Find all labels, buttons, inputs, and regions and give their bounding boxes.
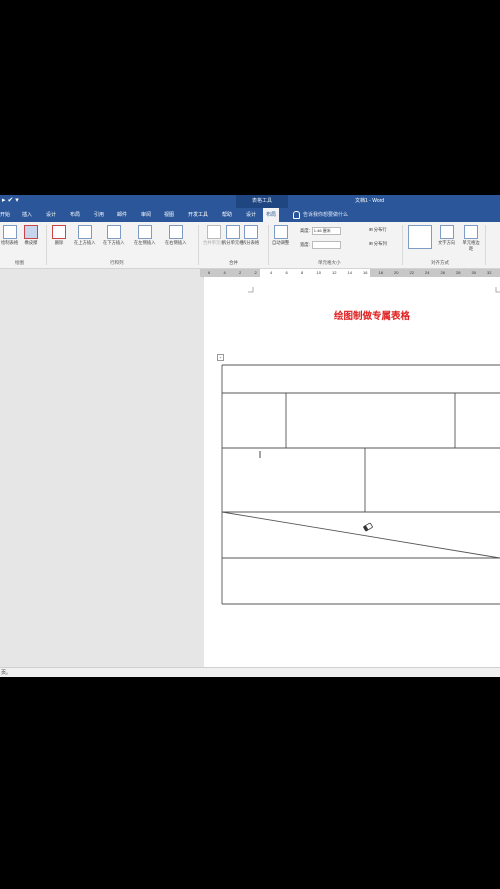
document-page[interactable]: 绘图制做专属表格 + [204,277,500,667]
status-text: 页。 [1,670,12,676]
tab-insert[interactable]: 插入 [22,208,32,222]
ruler-tick-label: 2 [254,270,257,275]
ruler-tick-label: 16 [363,270,368,275]
column-width-field[interactable]: 宽度: [300,241,341,249]
tab-design[interactable]: 设计 [46,208,56,222]
split-table-button[interactable]: 拆分表格 [242,225,259,246]
cell-margins-icon [464,225,478,239]
split-cells-button[interactable]: 拆分单元格 [222,225,243,246]
tab-mailings[interactable]: 邮件 [117,208,127,222]
tab-developer[interactable]: 开发工具 [188,208,208,222]
ruler-tick-label: 10 [316,270,321,275]
eraser-button[interactable]: 橡皮擦 [24,225,38,246]
insert-row-above-icon [77,225,92,239]
quick-access-toolbar[interactable]: ▸ ✔ ▾ [2,196,19,204]
insert-above-button[interactable]: 在上方插入 [74,225,95,246]
diagonal-line [221,511,500,559]
row-height-input[interactable]: 1.46 厘米 [311,227,341,235]
insert-left-button[interactable]: 在左侧插入 [134,225,155,246]
tell-me-text: 告诉我你想要做什么 [303,212,349,218]
group-divider [268,225,269,265]
text-direction-icon [439,225,454,239]
ribbon-layout: 绘制表格 橡皮擦 绘图 删除 在上方插入 在下方插入 在左侧插入 在右侧插入 行… [0,222,500,269]
ruler-tick-label: 6 [285,270,288,275]
delete-table-icon [52,225,66,239]
ruler-tick-label: 28 [456,270,461,275]
tab-layout[interactable]: 布局 [70,208,80,222]
split-cells-icon [225,225,240,239]
column-width-input[interactable] [311,241,341,249]
autofit-icon [273,225,288,239]
ruler-tick-label: 4 [270,270,273,275]
group-label-alignment: 对齐方式 [431,260,449,265]
title-bar: ▸ ✔ ▾ 表格工具 文档1 - Word [0,195,500,208]
document-title: 文档1 - Word [355,198,385,204]
group-divider [46,225,47,265]
cell-alignment-grid-icon [408,225,432,249]
group-divider [198,225,199,265]
ruler-tick-label: 30 [471,270,476,275]
row-height-field[interactable]: 高度: 1.46 厘米 [300,227,341,235]
eraser-icon [24,225,38,239]
word-window: ▸ ✔ ▾ 表格工具 文档1 - Word 开始 插入 设计 布局 引用 邮件 … [0,195,500,677]
merge-cells-icon [206,225,221,239]
insert-below-button[interactable]: 在下方插入 [103,225,124,246]
insert-row-below-icon [106,225,121,239]
ruler-tick-label: 4 [223,270,226,275]
distribute-columns-button[interactable]: ⊞ 分布列 [369,241,387,247]
eraser-cursor-icon [363,522,373,532]
tab-home[interactable]: 开始 [0,208,10,222]
autofit-button[interactable]: 自动调整 [272,225,289,246]
pencil-table-icon [2,225,17,239]
ruler-tick-label: 18 [378,270,383,275]
split-table-icon [243,225,258,239]
lightbulb-icon [293,210,300,219]
ruler-tick-label: 26 [440,270,445,275]
insert-column-left-icon [137,225,152,239]
group-label-rows-columns: 行和列 [110,260,124,265]
tab-review[interactable]: 审阅 [141,208,151,222]
tell-me-box[interactable]: 告诉我你想要做什么 [293,208,348,222]
ruler-tick-label: 12 [332,270,337,275]
insert-right-button[interactable]: 在右侧插入 [165,225,186,246]
tab-table-layout[interactable]: 布局 [263,208,280,222]
ruler-tick-label: 2 [239,270,242,275]
delete-button[interactable]: 删除 [52,225,66,246]
status-bar: 页。 [0,667,500,677]
cell-margins-button[interactable]: 单元格边距 [462,225,480,252]
group-divider [402,225,403,265]
tab-view[interactable]: 视图 [164,208,174,222]
ruler-tick-label: 20 [394,270,399,275]
group-divider [485,225,486,265]
ruler-tick-label: 6 [208,270,211,275]
group-label-cell-size: 单元格大小 [318,260,341,265]
draw-table-button[interactable]: 绘制表格 [1,225,18,246]
tab-table-design[interactable]: 设计 [246,208,256,222]
distribute-rows-button[interactable]: ⊞ 分布行 [369,227,387,233]
insert-column-right-icon [168,225,183,239]
ribbon-tabs: 开始 插入 设计 布局 引用 邮件 审阅 视图 开发工具 帮助 设计 布局 告诉… [0,208,500,222]
tab-help[interactable]: 帮助 [222,208,232,222]
ruler-tick-label: 8 [301,270,304,275]
ruler-tick-label: 14 [347,270,352,275]
navigation-pane [0,277,203,667]
tab-references[interactable]: 引用 [94,208,104,222]
text-direction-button[interactable]: 文字方向 [438,225,455,246]
group-label-merge: 合并 [229,260,238,265]
alignment-grid[interactable] [407,225,433,250]
ruler-tick-label: 24 [425,270,430,275]
ruler-tick-label: 32 [487,270,492,275]
ruler-tick-label: 22 [409,270,414,275]
group-label-draw: 绘图 [15,260,24,265]
ruler-ticks: 6 4 2 2 4 6 8 10 12 14 16 18 20 22 24 26 28 30 32 [200,269,500,277]
table-tools-context-label: 表格工具 [236,195,288,208]
drawn-table[interactable] [204,277,500,667]
